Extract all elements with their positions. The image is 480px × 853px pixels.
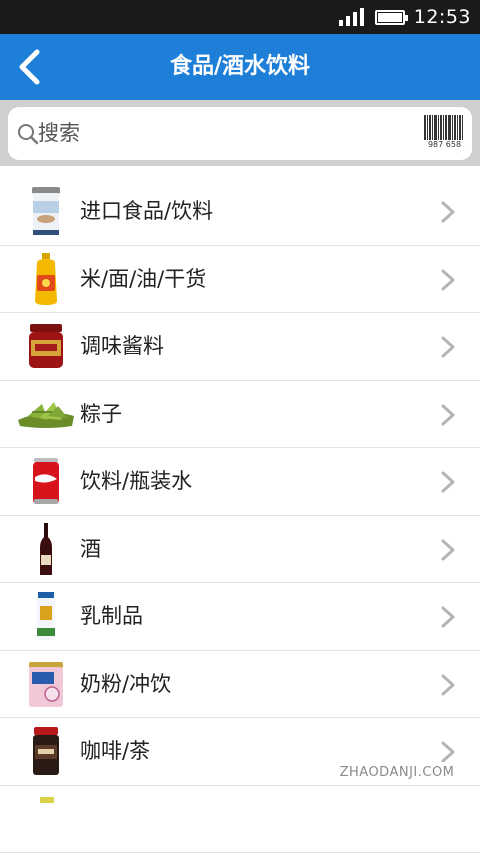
imported-food-can-image [18, 183, 74, 239]
chevron-left-icon [15, 48, 45, 86]
milk-carton-image [18, 588, 74, 644]
sauce-jar-image [18, 318, 74, 374]
list-item-label: 粽子 [80, 381, 122, 448]
zongzi-image [18, 386, 74, 442]
chevron-right-icon [440, 539, 456, 561]
chevron-right-icon [440, 269, 456, 291]
list-item-label: 饮料/瓶装水 [80, 448, 192, 515]
cola-can-image [18, 453, 74, 509]
search-box: 987 658 [8, 107, 472, 160]
coffee-jar-image [18, 723, 74, 779]
list-item-label: 酒 [80, 516, 101, 583]
status-time: 12:53 [414, 6, 471, 28]
page-title: 食品/酒水饮料 [0, 34, 480, 100]
category-list: 进口食品/饮料 米/面/油/干货 调味酱料 [0, 178, 480, 853]
back-button[interactable] [6, 43, 54, 91]
list-item[interactable]: 进口食品/饮料 [0, 178, 480, 246]
list-item[interactable]: 饮料/瓶装水 [0, 448, 480, 516]
list-item-label: 奶粉/冲饮 [80, 651, 171, 718]
watermark: ZHAODANJI.COM [333, 762, 461, 784]
search-icon [16, 122, 40, 146]
chevron-right-icon [440, 336, 456, 358]
search-input[interactable] [38, 113, 418, 153]
battery-icon [375, 10, 405, 25]
chevron-right-icon [440, 606, 456, 628]
barcode-scan-button[interactable]: 987 658 [424, 115, 465, 151]
barcode-digits: 987 658 [424, 140, 465, 150]
list-item-label: 乳制品 [80, 583, 143, 650]
chevron-right-icon [440, 674, 456, 696]
chevron-right-icon [440, 404, 456, 426]
chevron-right-icon [440, 741, 456, 763]
app-bar: 食品/酒水饮料 [0, 34, 480, 100]
list-item[interactable]: 粽子 [0, 381, 480, 449]
signal-icon [339, 8, 364, 26]
list-item[interactable]: 乳制品 [0, 583, 480, 651]
list-item-label: 调味酱料 [80, 313, 164, 380]
barcode-icon [424, 115, 465, 140]
chevron-right-icon [440, 471, 456, 493]
list-item[interactable]: 酒 [0, 516, 480, 584]
list-item-label: 米/面/油/干货 [80, 246, 206, 313]
list-item[interactable]: 米/面/油/干货 [0, 246, 480, 314]
milk-powder-can-image [18, 656, 74, 712]
list-item-partial[interactable] [0, 786, 480, 853]
list-item-label: 进口食品/饮料 [80, 178, 213, 245]
list-item[interactable]: 奶粉/冲饮 [0, 651, 480, 719]
status-bar: 12:53 [0, 0, 480, 34]
wine-bottle-image [18, 521, 74, 577]
chevron-right-icon [440, 201, 456, 223]
cooking-oil-bottle-image [18, 251, 74, 307]
search-area: 987 658 [0, 100, 480, 166]
list-item[interactable]: 调味酱料 [0, 313, 480, 381]
partial-item-image [18, 791, 74, 847]
list-item-label: 咖啡/茶 [80, 718, 150, 785]
